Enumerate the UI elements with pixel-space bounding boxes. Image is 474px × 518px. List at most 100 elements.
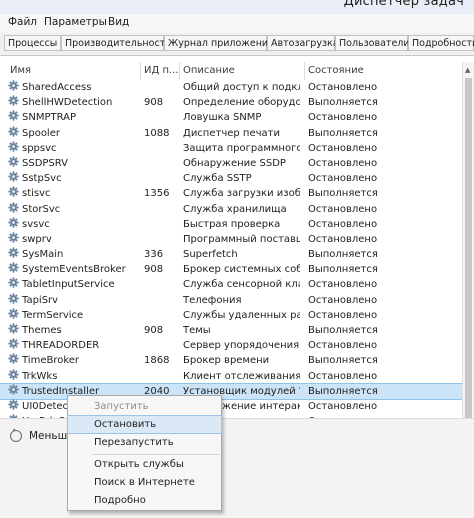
- menu-view[interactable]: Вид: [108, 16, 129, 28]
- service-row[interactable]: TrkWks Клиент отслеживания и... Остановлен…: [0, 368, 462, 384]
- column-header-name[interactable]: Имя: [10, 65, 31, 76]
- tab-processes[interactable]: Процессы: [4, 35, 61, 51]
- service-gear-icon: [8, 110, 19, 122]
- service-status: Остановлено: [308, 82, 378, 93]
- column-divider[interactable]: [179, 62, 180, 80]
- scroll-up-arrow-icon[interactable]: ▲: [465, 66, 470, 74]
- service-row[interactable]: sppsvc Защита программного ... Остановлено: [0, 141, 462, 156]
- service-row[interactable]: StorSvc Служба хранилища Остановлено: [0, 201, 462, 217]
- service-name: StorSvc: [22, 203, 61, 215]
- service-row[interactable]: Spooler 1088 Диспетчер печати Выполняется: [0, 125, 462, 141]
- service-gear-icon: [8, 384, 19, 395]
- service-row[interactable]: SSDPSRV Обнаружение SSDP Остановлено: [0, 156, 462, 171]
- service-status: Остановлено: [308, 294, 378, 306]
- menu-item-details[interactable]: Подробно: [68, 492, 221, 509]
- scrollbar-thumb[interactable]: [465, 78, 472, 440]
- service-status: Выполняется: [308, 188, 378, 200]
- service-row[interactable]: SharedAccess Общий доступ к подкл... Остан…: [0, 80, 462, 95]
- menu-item-open-services[interactable]: Открыть службы: [68, 456, 221, 473]
- service-pid: 908: [144, 97, 164, 109]
- column-divider[interactable]: [304, 62, 305, 80]
- service-row[interactable]: TermService Службы удаленных раб... Остано…: [0, 308, 462, 323]
- service-row[interactable]: TimeBroker 1868 Брокер времени Выполняется: [0, 353, 462, 368]
- service-name: ShellHWDetection: [22, 97, 113, 109]
- service-gear-icon: [8, 156, 19, 167]
- service-name: TapiSrv: [22, 294, 59, 306]
- service-status: Выполняется: [308, 249, 378, 261]
- service-gear-icon: [8, 247, 19, 258]
- service-pid: 1868: [144, 355, 170, 367]
- service-row[interactable]: Themes 908 Темы Выполняется: [0, 323, 462, 338]
- service-pid: 1356: [144, 188, 170, 200]
- column-divider[interactable]: [140, 62, 141, 80]
- column-header-status[interactable]: Состояние: [308, 65, 364, 76]
- service-status: Остановлено: [308, 309, 378, 321]
- service-pid: 336: [144, 249, 164, 261]
- tab-startup[interactable]: Автозагрузка: [267, 35, 339, 51]
- service-gear-icon: [8, 201, 19, 213]
- tab-app-history[interactable]: Журнал приложений: [164, 35, 274, 51]
- service-status: Выполняется: [308, 264, 378, 276]
- service-status: Остановлено: [308, 173, 378, 185]
- service-name: Themes: [22, 325, 62, 336]
- menu-file[interactable]: Файл: [8, 16, 37, 28]
- service-row[interactable]: svsvc Быстрая проверка Остановлено: [0, 217, 462, 232]
- service-row[interactable]: swprv Программный поставщ... Остановлено: [0, 232, 462, 247]
- menu-item-start[interactable]: Запустить: [68, 398, 221, 415]
- service-description: Общий доступ к подкл...: [183, 82, 300, 93]
- service-description: Клиент отслеживания и...: [183, 370, 300, 382]
- service-name: Spooler: [22, 127, 60, 139]
- service-name: sppsvc: [22, 142, 57, 154]
- column-header-description[interactable]: Описание: [183, 65, 235, 76]
- service-row[interactable]: SstpSvc Служба SSTP Остановлено: [0, 171, 462, 186]
- service-gear-icon: [8, 141, 19, 152]
- menu-item-restart[interactable]: Перезапустить: [68, 434, 221, 451]
- tab-details[interactable]: Подробности: [408, 35, 474, 51]
- service-gear-icon: [8, 186, 19, 197]
- service-gear-icon: [8, 262, 19, 273]
- service-name: SharedAccess: [22, 82, 92, 93]
- menu-item-search-online[interactable]: Поиск в Интернете: [68, 474, 221, 491]
- column-header-pid[interactable]: ИД п...: [144, 65, 179, 76]
- service-gear-icon: [8, 368, 19, 380]
- service-status: Остановлено: [308, 370, 378, 382]
- service-gear-icon: [8, 308, 19, 319]
- service-gear-icon: [8, 171, 19, 182]
- menu-item-stop[interactable]: Остановить: [67, 415, 222, 434]
- service-gear-icon: [8, 353, 19, 365]
- chevron-up-icon: ˄: [12, 429, 17, 439]
- column-header-row: Имя ИД п... Описание Состояние: [0, 62, 474, 80]
- service-status: Остановлено: [308, 340, 378, 352]
- menu-item-label: Открыть службы: [94, 459, 184, 470]
- vertical-scrollbar[interactable]: ▲ ▼: [462, 62, 474, 458]
- service-description: Брокер времени: [183, 355, 270, 367]
- service-row[interactable]: TapiSrv Телефония Остановлено: [0, 292, 462, 308]
- service-gear-icon: [8, 217, 19, 228]
- service-gear-icon: [8, 232, 19, 243]
- service-row[interactable]: THREADORDER Сервер упорядочения п... Остан…: [0, 338, 462, 353]
- service-description: Ловушка SNMP: [183, 112, 262, 124]
- window-title: Диспетчер задач: [343, 0, 464, 9]
- service-status: Выполняется: [308, 385, 378, 397]
- service-status: Остановлено: [308, 112, 378, 124]
- tab-users[interactable]: Пользователи: [335, 35, 410, 51]
- tab-performance[interactable]: Производительность: [61, 35, 171, 51]
- menu-item-label: Поиск в Интернете: [94, 477, 195, 488]
- service-row[interactable]: ShellHWDetection 908 Определение оборудо..…: [0, 95, 462, 110]
- service-name: TimeBroker: [22, 355, 80, 367]
- service-gear-icon: [8, 323, 19, 334]
- title-bar: Диспетчер задач: [0, 0, 474, 14]
- service-row[interactable]: SysMain 336 Superfetch Выполняется: [0, 247, 462, 262]
- service-row[interactable]: SNMPTRAP Ловушка SNMP Остановлено: [0, 110, 462, 125]
- service-name: TabletInputService: [22, 279, 115, 291]
- service-pid: 1088: [144, 127, 170, 139]
- service-description: Служба загрузки изобр...: [183, 188, 300, 200]
- service-row[interactable]: SystemEventsBroker 908 Брокер системных со…: [0, 262, 462, 277]
- service-description: Службы удаленных раб...: [183, 309, 300, 321]
- service-row[interactable]: TabletInputService Служба сенсорной клав.…: [0, 277, 462, 292]
- menu-options[interactable]: Параметры: [44, 16, 107, 28]
- service-status: Остановлено: [308, 400, 378, 412]
- service-name: stisvc: [22, 188, 51, 200]
- service-row[interactable]: stisvc 1356 Служба загрузки изобр... Выполн…: [0, 186, 462, 201]
- service-name: SysMain: [22, 249, 64, 261]
